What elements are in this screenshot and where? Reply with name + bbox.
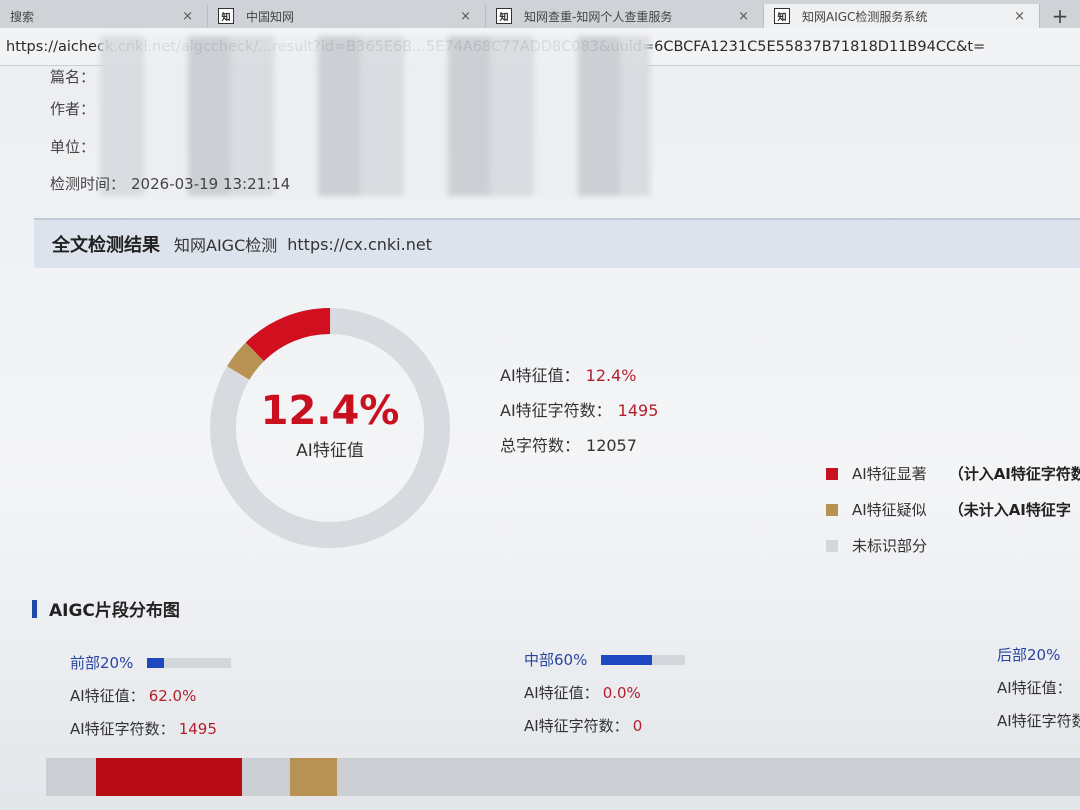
- legend-label: AI特征显著: [852, 465, 927, 483]
- part-mini-bar: [601, 654, 686, 665]
- legend-note: （计入AI特征字符数: [948, 465, 1080, 483]
- meta-author-label: 作者：: [50, 100, 96, 118]
- close-icon[interactable]: ×: [460, 9, 471, 24]
- stat-ai-chars-number: 1495: [617, 401, 659, 420]
- close-icon[interactable]: ×: [738, 9, 749, 24]
- report-page: 篇名： 作者： 单位： 检测时间： 2026-03-19 13:21:14 全文检…: [0, 36, 1080, 810]
- part-ai-chars: AI特征字符数： 0: [524, 715, 685, 736]
- section-heading: 全文检测结果: [52, 235, 160, 256]
- part-ai-value-label: AI特征值：: [997, 679, 1072, 697]
- part-ai-chars-number: 1495: [178, 720, 217, 738]
- part-name: 后部20%: [997, 646, 1061, 664]
- meta-time-row: 检测时间： 2026-03-19 13:21:14: [50, 173, 290, 194]
- tab-aigc-check[interactable]: 知 知网AIGC检测服务系统 ×: [764, 4, 1040, 28]
- part-name: 前部20%: [70, 654, 134, 672]
- meta-title-label: 篇名：: [50, 68, 96, 86]
- ai-ratio-donut: 12.4% AI特征值: [210, 308, 451, 548]
- meta-time-label: 检测时间：: [50, 175, 126, 193]
- part-ai-value: AI特征值： 0.0%: [524, 682, 685, 703]
- meta-unit-label: 单位：: [50, 138, 96, 156]
- part-ai-value: AI特征值：: [997, 677, 1080, 698]
- meta-time-value: 2026-03-19 13:21:14: [131, 175, 291, 193]
- part-middle: 中部60% AI特征值： 0.0% AI特征字符数： 0: [524, 649, 686, 736]
- stat-ai-chars: AI特征字符数： 1495: [500, 397, 658, 421]
- redacted-blur: [100, 36, 650, 196]
- part-ai-value-number: 0.0%: [602, 684, 641, 702]
- part-ai-value: AI特征值： 62.0%: [70, 685, 231, 706]
- legend-label: 未标识部分: [852, 537, 928, 555]
- tab-search[interactable]: 搜索 ×: [0, 4, 208, 28]
- tab-title: 中国知网: [246, 9, 295, 24]
- tab-title: 知网查重-知网个人查重服务: [524, 9, 673, 24]
- stat-ai-value-number: 12.4%: [585, 366, 637, 385]
- stat-ai-value-label: AI特征值：: [500, 366, 580, 385]
- cnki-favicon-icon: 知: [218, 8, 234, 24]
- stat-total-chars: 总字符数： 12057: [500, 432, 637, 456]
- tab-cnki[interactable]: 知 中国知网 ×: [208, 4, 486, 28]
- part-mini-fill: [601, 654, 652, 665]
- stat-ai-value: AI特征值： 12.4%: [500, 362, 637, 386]
- part-mini-bar: [147, 657, 232, 668]
- title-accent-bar: [32, 599, 37, 618]
- service-name: 知网AIGC检测: [174, 236, 278, 255]
- browser-tab-bar: 搜索 × 知 中国知网 × 知 知网查重-知网个人查重服务 × 知 知网AIGC…: [0, 0, 1080, 28]
- distribution-title: AIGC片段分布图: [32, 596, 180, 621]
- legend-label: AI特征疑似: [852, 501, 927, 519]
- part-ai-chars-number: 0: [632, 717, 643, 735]
- part-ai-chars-label: AI特征字符数：: [70, 720, 175, 738]
- donut-center-value: 12.4%: [260, 388, 400, 434]
- close-icon[interactable]: ×: [1014, 9, 1025, 24]
- cnki-favicon-icon: 知: [774, 8, 790, 24]
- fragment-distribution-bar: [46, 758, 1080, 796]
- part-ai-chars: AI特征字符数： 1495: [70, 718, 231, 739]
- part-head[interactable]: 前部20%: [70, 652, 232, 673]
- legend-note: （未计入AI特征字: [948, 501, 1071, 519]
- part-ai-value-number: 62.0%: [148, 687, 197, 705]
- stat-total-chars-number: 12057: [586, 436, 637, 455]
- part-ai-chars-label: AI特征字符数：: [997, 712, 1080, 730]
- legend-suspected: AI特征疑似 （未计入AI特征字: [826, 499, 1071, 520]
- legend-swatch-tan: [826, 503, 838, 516]
- legend-unmarked: 未标识部分: [826, 535, 927, 556]
- stat-ai-chars-label: AI特征字符数：: [500, 401, 612, 420]
- result-section-header: 全文检测结果 知网AIGC检测 https://cx.cnki.net: [34, 218, 1080, 268]
- part-ai-chars: AI特征字符数：: [997, 710, 1080, 731]
- segment-significant[interactable]: [96, 758, 242, 796]
- part-head[interactable]: 中部60%: [524, 649, 686, 670]
- part-ai-value-label: AI特征值：: [70, 687, 145, 705]
- meta-title-row: 篇名：: [50, 66, 95, 87]
- meta-author-row: 作者：: [50, 98, 95, 119]
- close-icon[interactable]: ×: [182, 9, 193, 24]
- part-front: 前部20% AI特征值： 62.0% AI特征字符数： 1495: [70, 652, 232, 739]
- cnki-favicon-icon: 知: [496, 8, 512, 24]
- part-back: 后部20% AI特征值： AI特征字符数：: [997, 644, 1080, 731]
- stat-total-chars-label: 总字符数：: [500, 436, 581, 455]
- tab-title: 搜索: [10, 9, 35, 24]
- part-name: 中部60%: [524, 651, 588, 669]
- part-ai-value-label: AI特征值：: [524, 684, 599, 702]
- distribution-title-text: AIGC片段分布图: [49, 601, 180, 621]
- legend-swatch-red: [826, 467, 838, 480]
- meta-unit-row: 单位：: [50, 136, 95, 157]
- part-ai-chars-label: AI特征字符数：: [524, 717, 629, 735]
- donut-center: 12.4% AI特征值: [210, 388, 450, 461]
- tab-cnki-check[interactable]: 知 知网查重-知网个人查重服务 ×: [486, 4, 764, 28]
- tab-title: 知网AIGC检测服务系统: [802, 9, 928, 24]
- legend-swatch-gray: [826, 539, 838, 552]
- service-link[interactable]: https://cx.cnki.net: [287, 235, 432, 254]
- donut-center-label: AI特征值: [296, 441, 364, 461]
- new-tab-icon[interactable]: +: [1040, 4, 1080, 28]
- part-head[interactable]: 后部20%: [997, 644, 1080, 665]
- segment-suspected[interactable]: [290, 758, 337, 796]
- legend-significant: AI特征显著 （计入AI特征字符数: [826, 463, 1080, 484]
- part-mini-fill: [147, 657, 165, 668]
